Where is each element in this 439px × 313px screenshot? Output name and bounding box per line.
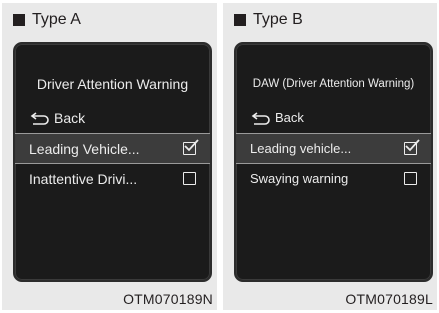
cluster-screen: Driver Attention Warning Back Leading Ve… [13, 42, 212, 282]
figure-code: OTM070189L [345, 291, 433, 307]
menu-item-leading-vehicle[interactable]: Leading Vehicle... [15, 133, 210, 164]
panel-header: Type A [13, 11, 81, 29]
menu-item-label: Swaying warning [250, 171, 349, 186]
back-label: Back [54, 110, 86, 126]
panel-type-a: Type A Driver Attention Warning Back Lea… [2, 3, 217, 310]
screen-title: Driver Attention Warning [36, 76, 189, 92]
checkbox-checked-icon[interactable] [404, 139, 420, 155]
return-arrow-icon [30, 112, 49, 125]
back-button[interactable]: Back [29, 110, 85, 126]
type-label: Type B [253, 11, 303, 28]
panel-header: Type B [234, 11, 303, 29]
type-label: Type A [32, 11, 81, 28]
back-label: Back [275, 110, 304, 125]
back-button[interactable]: Back [250, 110, 304, 125]
checkbox-unchecked-icon[interactable] [404, 172, 417, 185]
menu-item-inattentive-driving[interactable]: Inattentive Drivi... [15, 164, 210, 193]
menu-item-label: Leading vehicle... [250, 141, 352, 156]
menu-item-leading-vehicle[interactable]: Leading vehicle... [236, 133, 431, 164]
checkbox-checked-icon[interactable] [183, 139, 199, 155]
black-square-icon [13, 14, 25, 26]
black-square-icon [234, 14, 246, 26]
menu-item-label: Leading Vehicle... [29, 140, 140, 157]
return-arrow-icon [251, 111, 270, 125]
checkbox-unchecked-icon[interactable] [183, 172, 196, 185]
menu-item-swaying-warning[interactable]: Swaying warning [236, 164, 431, 193]
panel-type-b: Type B DAW (Driver Attention Warning) Ba… [223, 3, 437, 310]
screen-title: DAW (Driver Attention Warning) [252, 78, 415, 90]
cluster-screen: DAW (Driver Attention Warning) Back Lead… [234, 42, 433, 282]
menu-item-label: Inattentive Drivi... [29, 170, 138, 187]
figure-code: OTM070189N [123, 291, 213, 307]
